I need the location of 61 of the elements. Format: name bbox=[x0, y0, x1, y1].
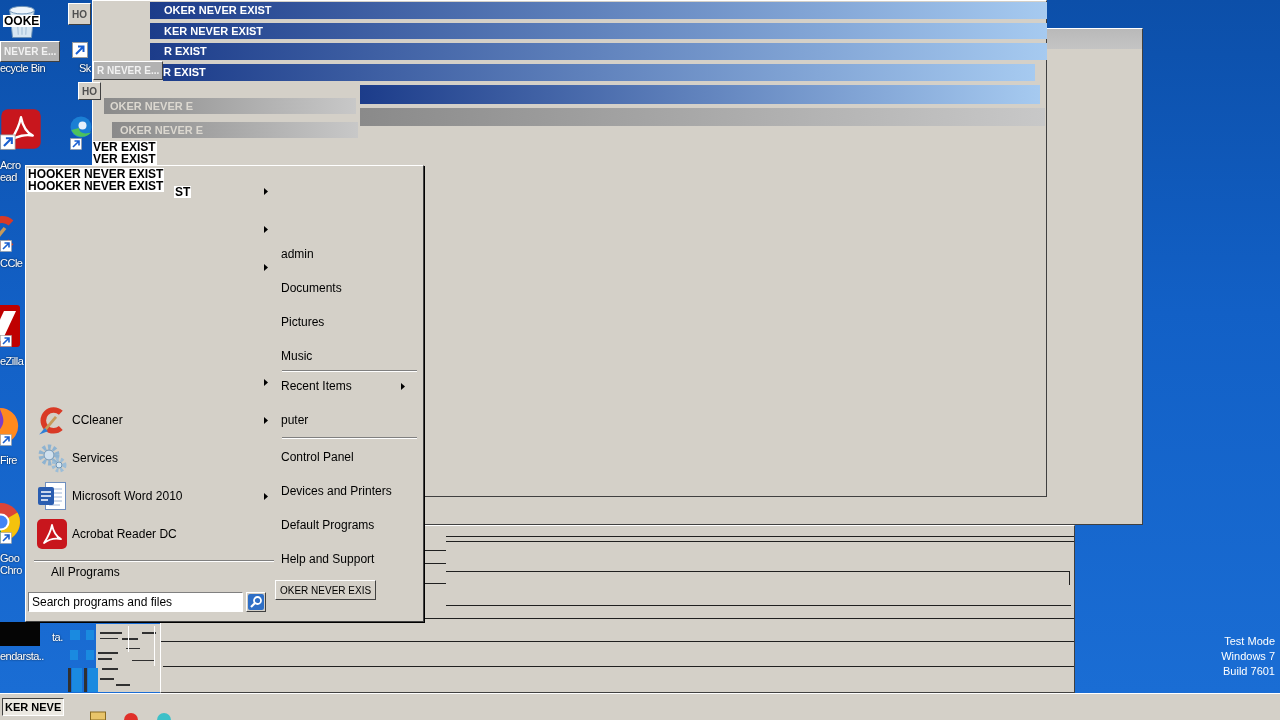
icon-label[interactable]: ta. bbox=[52, 631, 63, 643]
folder-icon[interactable] bbox=[90, 711, 107, 720]
pdf-icon bbox=[36, 518, 68, 550]
title-fragment: HOOKER NEVER EXIST bbox=[27, 168, 165, 180]
wheel-icon[interactable] bbox=[0, 500, 21, 544]
window-title: KER NEVER EXIST bbox=[164, 24, 264, 38]
icon-label[interactable]: eZilla bbox=[0, 355, 24, 367]
icon-label[interactable]: Acro ead bbox=[0, 159, 21, 183]
menu-item[interactable]: admin bbox=[276, 240, 417, 268]
menu-item[interactable]: Documents bbox=[276, 274, 417, 302]
all-programs-item[interactable]: All Programs bbox=[26, 562, 276, 582]
menu-item[interactable]: puter bbox=[276, 406, 417, 434]
title-bar[interactable]: R EXIST bbox=[163, 64, 1035, 81]
shortcut-arrow-icon[interactable] bbox=[72, 42, 88, 58]
icon-label[interactable]: Goo Chro bbox=[0, 552, 22, 576]
app-tile-icon[interactable] bbox=[0, 622, 40, 646]
test-mode-text: Build 7601 bbox=[1223, 664, 1275, 679]
menu-item[interactable]: Default Programs bbox=[276, 511, 417, 539]
menu-item[interactable]: Services bbox=[26, 439, 276, 477]
minimized-window[interactable]: HO bbox=[78, 82, 101, 100]
menu-item[interactable]: Help and Support bbox=[276, 545, 417, 573]
menu-item[interactable]: Devices and Printers bbox=[276, 477, 417, 505]
title-fragment: HOOKER NEVER EXIST bbox=[27, 180, 165, 192]
window-title: OKER NEVER E bbox=[120, 123, 204, 137]
menu-item[interactable]: Music bbox=[276, 342, 417, 370]
window-title: OKER NEVER EXIST bbox=[164, 4, 272, 17]
title-bar[interactable]: KER NEVER EXIST bbox=[150, 23, 1047, 39]
pdf-icon[interactable] bbox=[0, 108, 42, 150]
title-bar[interactable]: R EXIST bbox=[150, 43, 1047, 60]
icon-label[interactable]: Fire bbox=[0, 454, 17, 466]
icon-label[interactable]: ecycle Bin bbox=[0, 62, 46, 74]
menu-item[interactable]: Control Panel bbox=[276, 443, 417, 471]
menu-item[interactable]: Acrobat Reader DC bbox=[26, 515, 276, 553]
menu-item[interactable]: Recent Items bbox=[276, 372, 417, 400]
gears-icon bbox=[36, 442, 68, 474]
search-icon bbox=[248, 594, 264, 610]
icon-label[interactable]: CCle bbox=[0, 257, 23, 269]
minimized-window[interactable]: HO bbox=[68, 3, 91, 25]
search-button[interactable] bbox=[246, 592, 266, 612]
window-title: R EXIST bbox=[164, 45, 207, 58]
test-mode-text: Test Mode bbox=[1224, 634, 1275, 649]
title-fragment: OOKE bbox=[3, 15, 41, 27]
window-title: OKER NEVER E bbox=[110, 99, 194, 113]
title-fragment: ST bbox=[174, 186, 192, 198]
document-icon bbox=[36, 480, 68, 512]
menu-item[interactable]: Pictures bbox=[276, 308, 417, 336]
globe-icon[interactable] bbox=[0, 406, 20, 446]
taskbar-button[interactable]: KER NEVE bbox=[2, 698, 65, 716]
app-tile-icon[interactable] bbox=[0, 305, 20, 347]
title-fragment: VER EXIST bbox=[92, 153, 157, 165]
title-bar[interactable]: OKER NEVER EXIST bbox=[150, 2, 1047, 19]
window-title: R EXIST bbox=[163, 66, 206, 79]
title-fragment: VER EXIST bbox=[92, 141, 157, 153]
menu-item[interactable]: CCleaner bbox=[26, 401, 276, 439]
shutdown-button[interactable]: OKER NEVER EXIS bbox=[275, 580, 377, 600]
icon-label[interactable]: Sk bbox=[79, 62, 91, 74]
icon-label[interactable]: endarsta.. bbox=[0, 650, 44, 662]
search-field[interactable]: Search programs and files bbox=[28, 592, 243, 612]
title-bar[interactable] bbox=[360, 85, 1040, 104]
test-mode-text: Windows 7 bbox=[1221, 649, 1275, 664]
menu-item[interactable]: Microsoft Word 2010 bbox=[26, 477, 276, 515]
